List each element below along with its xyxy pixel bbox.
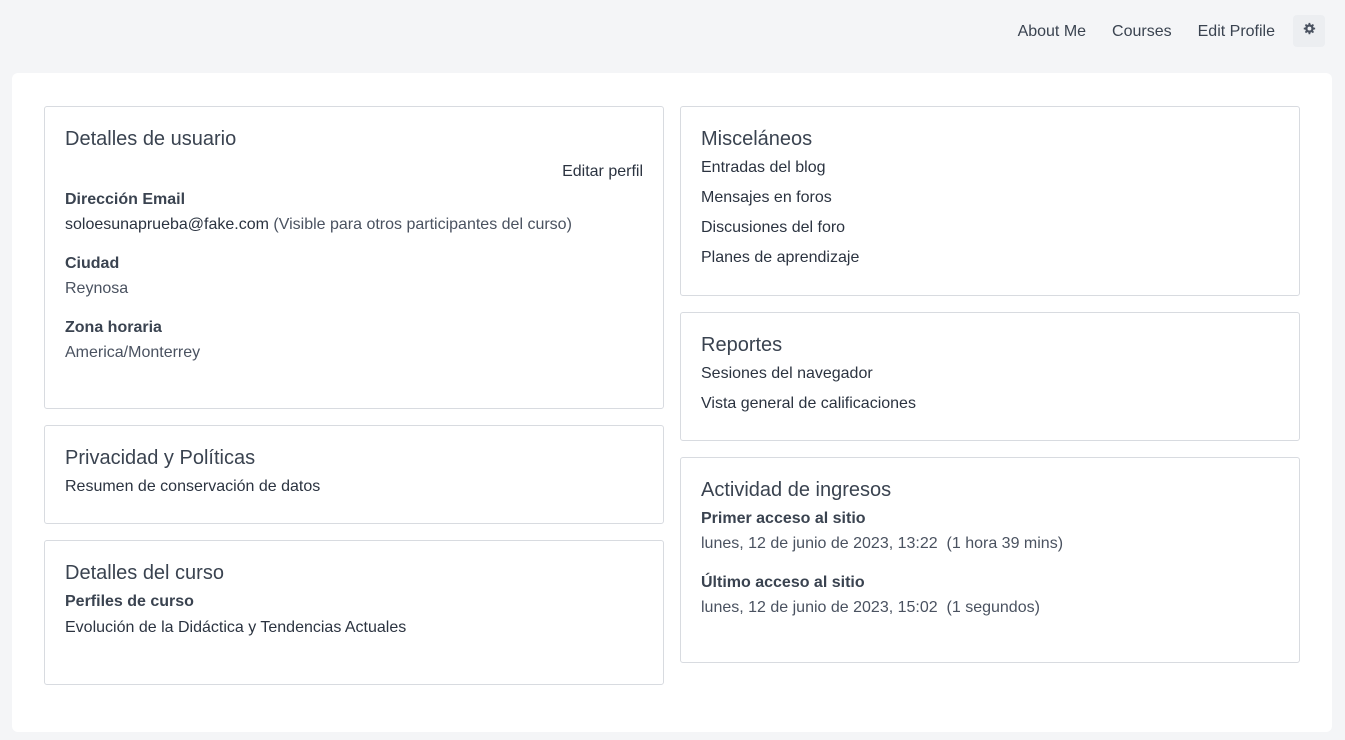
forum-posts-link[interactable]: Mensajes en foros xyxy=(701,187,1279,209)
browser-sessions-link[interactable]: Sesiones del navegador xyxy=(701,363,1279,385)
login-activity-card: Actividad de ingresos Primer acceso al s… xyxy=(680,457,1300,663)
learning-plans-link[interactable]: Planes de aprendizaje xyxy=(701,247,1279,269)
about-me-link[interactable]: About Me xyxy=(1018,21,1086,43)
email-visibility-note: (Visible para otros participantes del cu… xyxy=(273,216,572,233)
reports-title: Reportes xyxy=(701,334,783,356)
email-link[interactable]: soloesunaprueba@fake.com xyxy=(65,216,269,233)
profile-nav-links: About Me Courses Edit Profile xyxy=(992,15,1325,47)
privacy-title: Privacidad y Políticas xyxy=(65,447,256,469)
course-profiles-label: Perfiles de curso xyxy=(65,593,194,610)
blog-entries-link[interactable]: Entradas del blog xyxy=(701,157,1279,179)
login-activity-title: Actividad de ingresos xyxy=(701,479,892,501)
data-retention-summary-link[interactable]: Resumen de conservación de datos xyxy=(65,476,643,498)
privacy-card: Privacidad y Políticas Resumen de conser… xyxy=(44,425,664,524)
misc-card: Misceláneos Entradas del blog Mensajes e… xyxy=(680,106,1300,296)
city-label: Ciudad xyxy=(65,255,120,272)
first-access-label: Primer acceso al sitio xyxy=(701,510,866,527)
timezone-label: Zona horaria xyxy=(65,319,162,336)
edit-profile-nav-link[interactable]: Edit Profile xyxy=(1198,21,1275,43)
email-value-row: soloesunaprueba@fake.com (Visible para o… xyxy=(65,214,643,236)
last-access-label: Último acceso al sitio xyxy=(701,574,865,591)
top-navigation: About Me Courses Edit Profile xyxy=(0,0,1345,58)
user-details-card: Detalles de usuario Editar perfil Direcc… xyxy=(44,106,664,409)
courses-link[interactable]: Courses xyxy=(1112,21,1172,43)
user-details-title: Detalles de usuario xyxy=(65,128,237,150)
first-access-value: lunes, 12 de junio de 2023, 13:22 (1 hor… xyxy=(701,535,1064,552)
last-access-value: lunes, 12 de junio de 2023, 15:02 (1 seg… xyxy=(701,599,1040,616)
settings-menu-button[interactable] xyxy=(1293,15,1325,47)
course-details-card: Detalles del curso Perfiles de curso Evo… xyxy=(44,540,664,685)
city-value: Reynosa xyxy=(65,280,129,297)
misc-title: Misceláneos xyxy=(701,128,813,150)
course-link[interactable]: Evolución de la Didáctica y Tendencias A… xyxy=(65,617,643,639)
profile-page-region: Detalles de usuario Editar perfil Direcc… xyxy=(12,73,1332,732)
forum-discussions-link[interactable]: Discusiones del foro xyxy=(701,217,1279,239)
reports-card: Reportes Sesiones del navegador Vista ge… xyxy=(680,312,1300,441)
edit-profile-link[interactable]: Editar perfil xyxy=(562,161,643,183)
course-details-title: Detalles del curso xyxy=(65,562,224,584)
gear-icon xyxy=(1302,22,1316,41)
grades-overview-link[interactable]: Vista general de calificaciones xyxy=(701,393,1279,415)
timezone-value: America/Monterrey xyxy=(65,344,201,361)
email-label: Dirección Email xyxy=(65,191,186,208)
